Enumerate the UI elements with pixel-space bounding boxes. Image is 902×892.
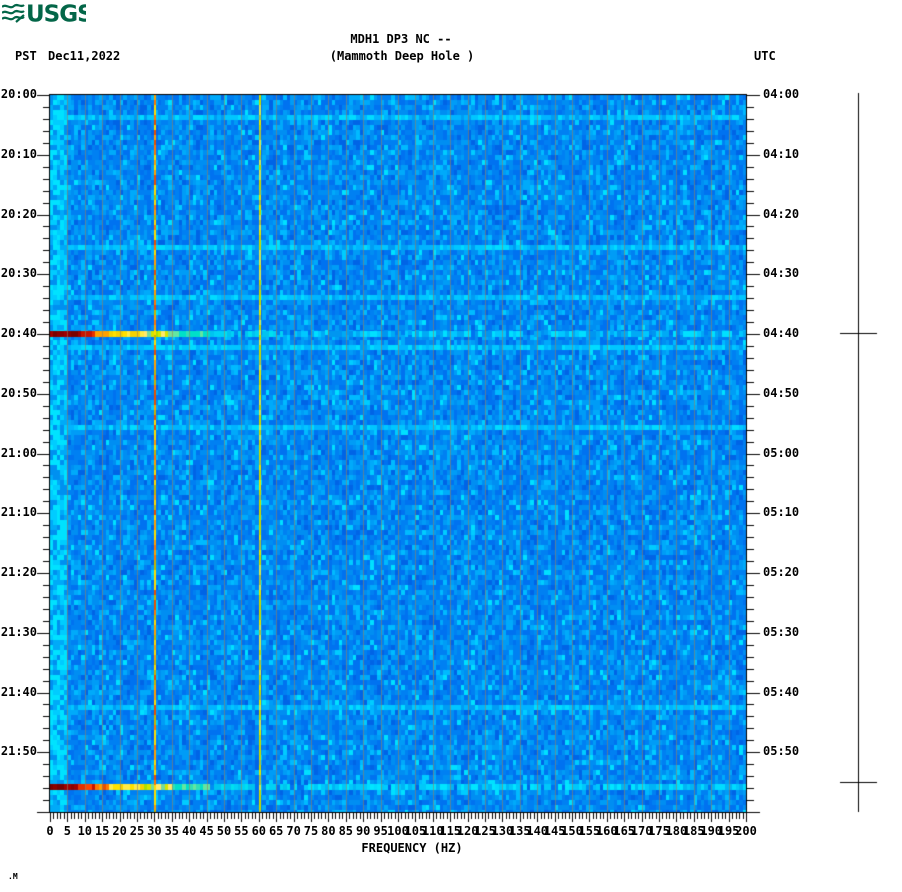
frequency-tick-label: 25	[129, 824, 145, 838]
frequency-tick-label: 65	[268, 824, 284, 838]
pst-time-tick-label: 20:20	[0, 206, 37, 221]
frequency-tick-label: 5	[63, 824, 72, 838]
pst-time-tick-label: 21:10	[0, 505, 37, 520]
frequency-tick-label: 70	[286, 824, 301, 838]
utc-time-tick-label: 05:40	[763, 684, 800, 699]
frequency-tick-label: 200	[735, 824, 757, 838]
utc-time-tick-label: 04:20	[763, 206, 800, 221]
frequency-tick-label: 0	[46, 824, 54, 838]
utc-time-tick-label: 04:30	[763, 266, 800, 281]
pst-time-tick-label: 20:40	[0, 326, 37, 340]
utc-time-tick-label: 05:10	[763, 505, 800, 520]
utc-time-tick-label: 04:50	[763, 385, 800, 400]
frequency-tick-label: 45	[199, 824, 214, 838]
utc-time-tick-label: 05:30	[763, 624, 800, 639]
utc-time-tick-label: 05:50	[763, 744, 800, 759]
frequency-tick-label: 85	[338, 824, 354, 838]
frequency-tick-label: 20	[112, 824, 127, 838]
footnote: .M	[8, 872, 18, 881]
pst-time-tick-label: 20:10	[0, 146, 37, 161]
pst-time-tick-label: 20:50	[0, 385, 37, 400]
utc-time-tick-label: 04:00	[763, 87, 800, 101]
frequency-tick-label: 40	[181, 824, 197, 838]
frequency-tick-label: 30	[147, 824, 162, 838]
frequency-tick-label: 50	[216, 824, 232, 838]
frequency-tick-label: 90	[355, 824, 371, 838]
frequency-tick-label: 75	[303, 824, 319, 838]
utc-time-tick-label: 04:10	[763, 146, 800, 161]
utc-time-tick-label: 05:00	[763, 445, 800, 460]
frequency-tick-label: 35	[164, 824, 180, 838]
pst-time-tick-label: 20:00	[0, 87, 37, 101]
frequency-tick-label: 15	[94, 824, 110, 838]
pst-time-tick-label: 21:30	[0, 624, 37, 639]
pst-time-tick-label: 20:30	[0, 266, 37, 281]
utc-time-tick-label: 04:40	[763, 326, 800, 340]
pst-time-tick-label: 21:50	[0, 744, 37, 759]
frequency-axis-title: FREQUENCY (HZ)	[361, 841, 463, 855]
spectrogram-page: { "header": { "logo_text": "USGS", "time…	[0, 0, 902, 892]
frequency-tick-label: 55	[234, 824, 249, 838]
pst-time-tick-label: 21:00	[0, 445, 37, 460]
pst-time-tick-label: 21:20	[0, 565, 37, 579]
frequency-tick-label: 60	[251, 824, 267, 838]
frequency-tick-label: 80	[321, 824, 336, 838]
pst-time-tick-label: 21:40	[0, 684, 37, 699]
frequency-tick-label: 10	[77, 824, 93, 838]
frequency-tick-label: 95	[373, 824, 388, 838]
utc-time-tick-label: 05:20	[763, 565, 800, 579]
